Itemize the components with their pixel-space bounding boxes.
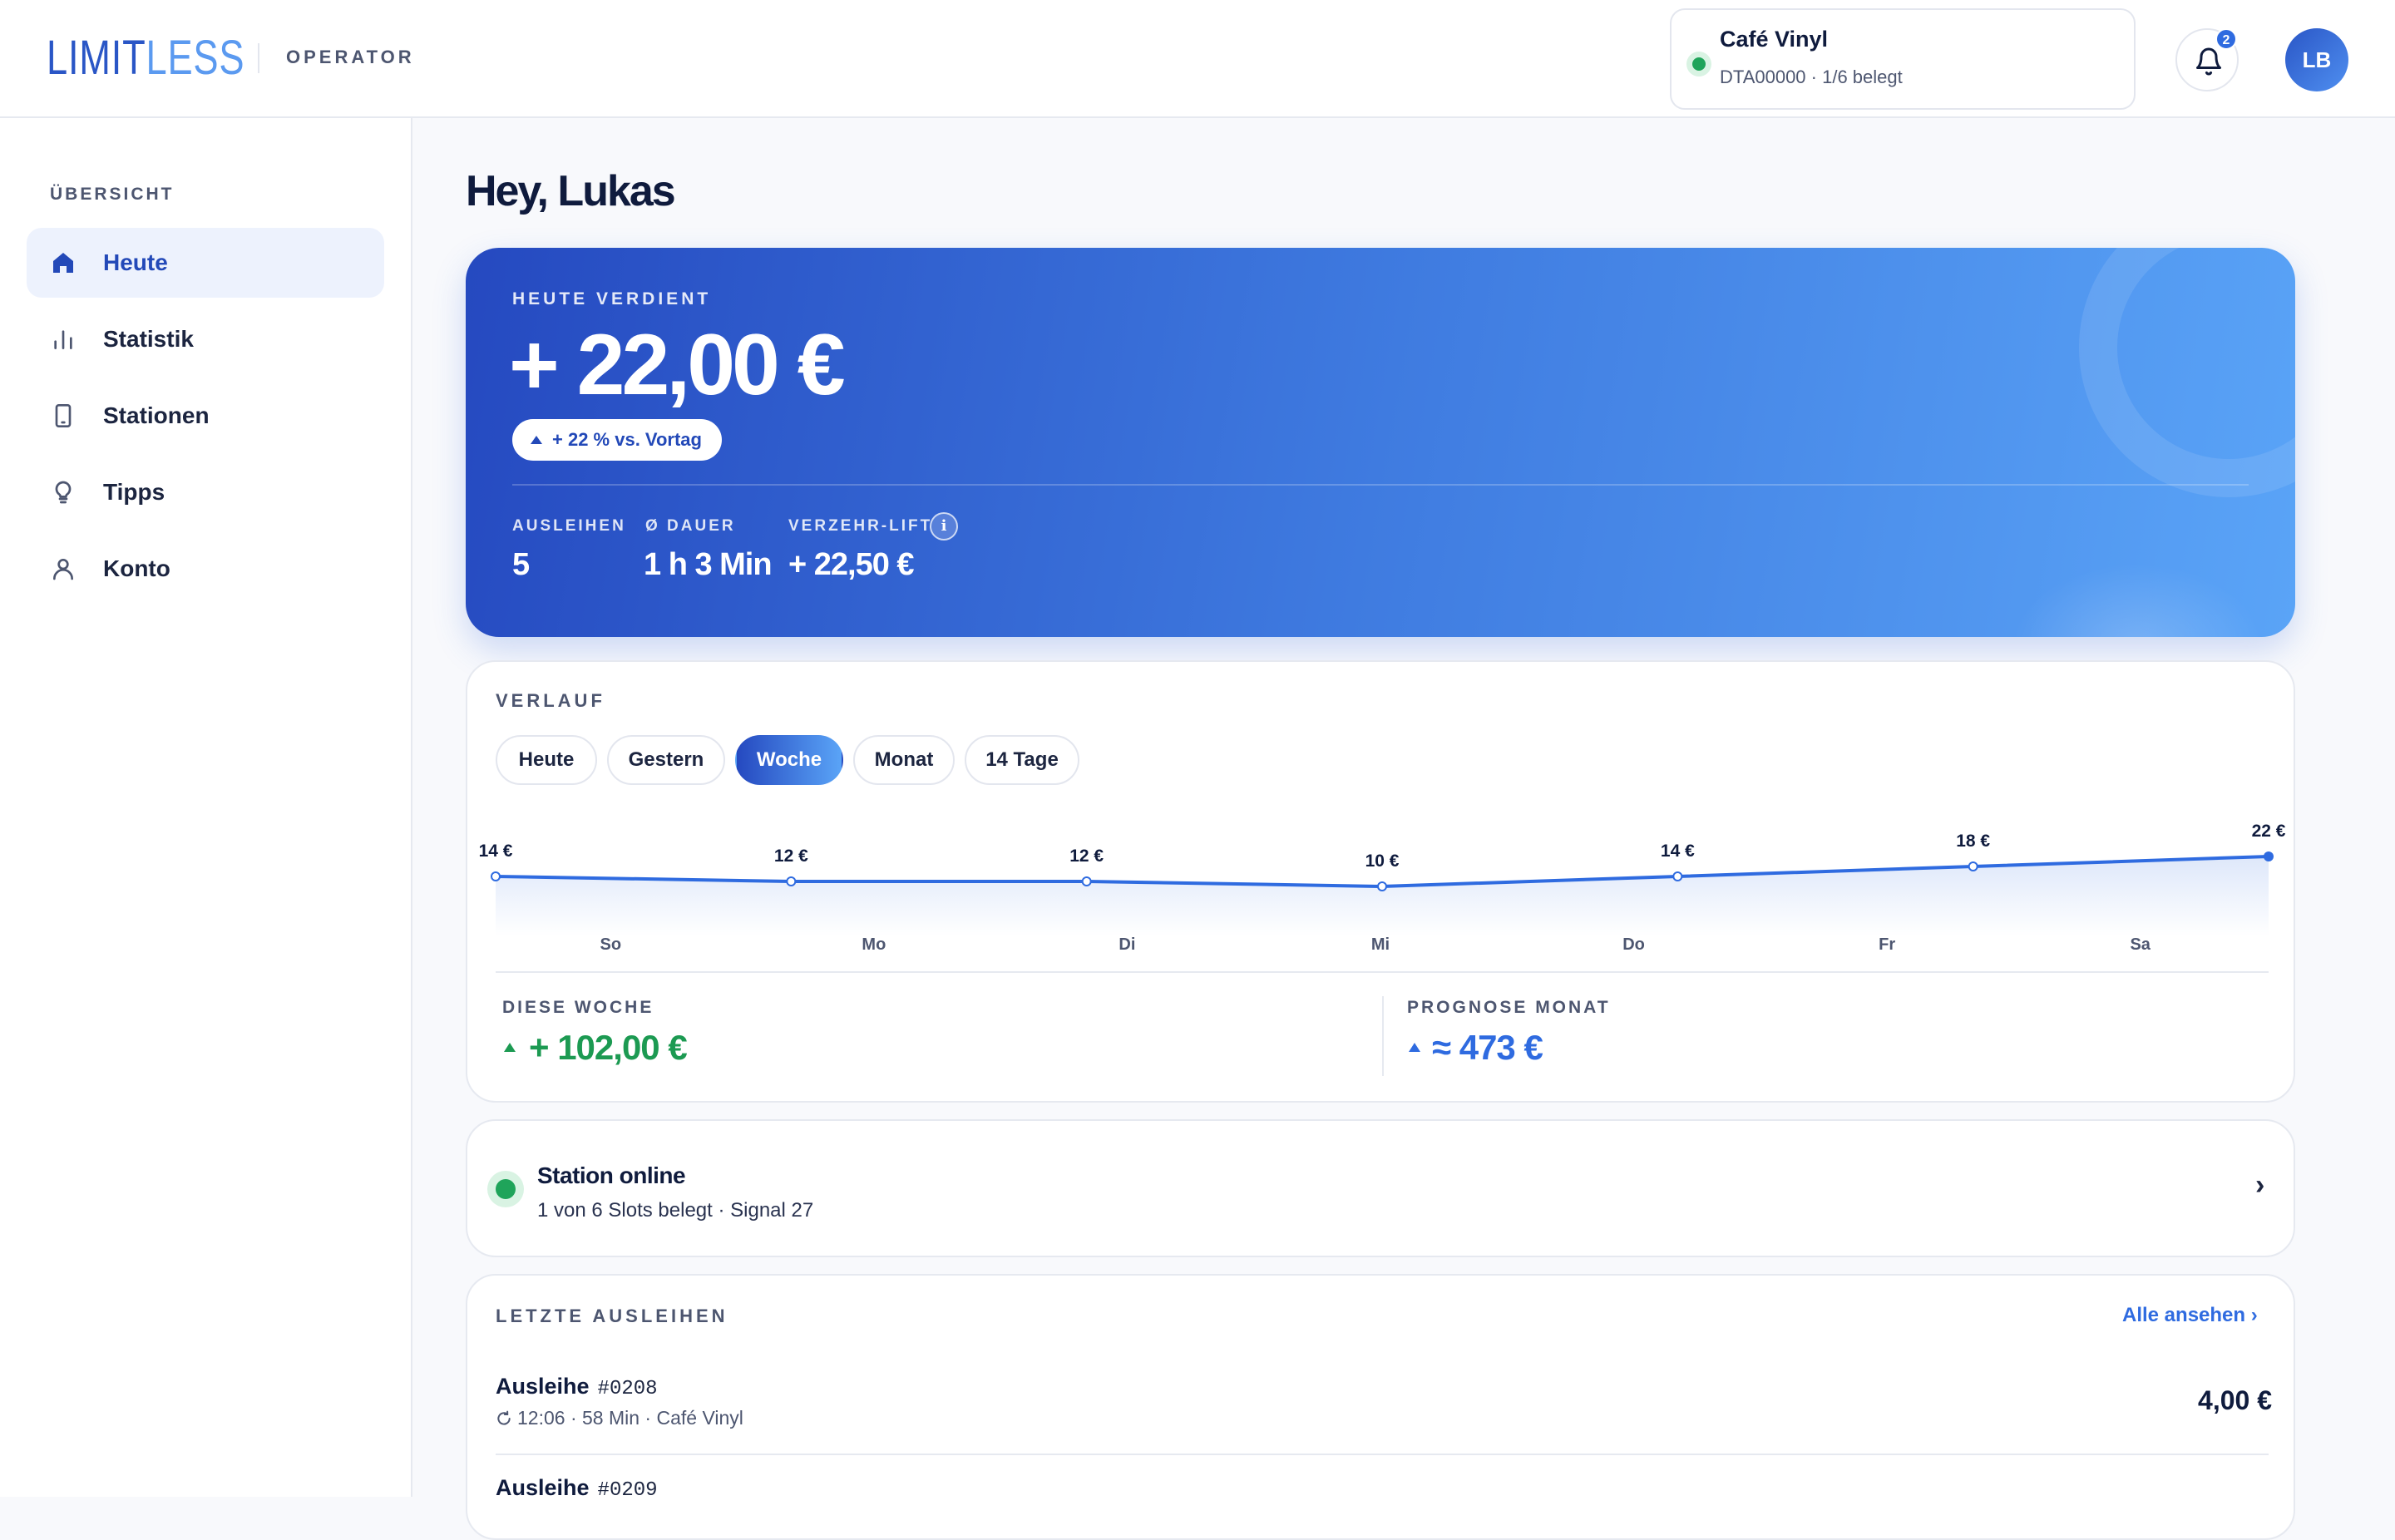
chart-point[interactable] xyxy=(1081,876,1092,886)
chart-data-label: 22 € xyxy=(2252,822,2286,841)
stat-value-consumption-lift: + 22,50 € xyxy=(788,547,915,582)
see-all-link[interactable]: Alle ansehen › xyxy=(2122,1304,2258,1327)
sidebar-item-heute[interactable]: Heute xyxy=(27,228,384,298)
chart-point[interactable] xyxy=(1968,861,1978,871)
tab-14-tage[interactable]: 14 Tage xyxy=(965,735,1079,785)
rentals-heading: LETZTE AUSLEIHEN xyxy=(496,1306,728,1326)
top-bar: LIMITLESS OPERATOR Café Vinyl DTA00000 ·… xyxy=(0,0,2395,118)
user-icon xyxy=(52,559,73,580)
venue-selector[interactable]: Café Vinyl DTA00000 · 1/6 belegt xyxy=(1670,8,2136,110)
tab-gestern[interactable]: Gestern xyxy=(607,735,725,785)
bar-chart-icon xyxy=(54,330,72,349)
station-status-subtitle: 1 von 6 Slots belegt · Signal 27 xyxy=(537,1199,814,1222)
sidebar: ÜBERSICHT Heute Statistik Stationen Tipp… xyxy=(0,118,412,1497)
sidebar-item-tipps[interactable]: Tipps xyxy=(27,457,384,527)
tab-monat[interactable]: Monat xyxy=(853,735,955,785)
chart-data-label: 14 € xyxy=(479,842,513,861)
chart-data-label: 18 € xyxy=(1956,832,1990,851)
chart-data-label: 14 € xyxy=(1661,842,1695,861)
venue-status-dot xyxy=(1686,52,1711,77)
chart-point[interactable] xyxy=(491,871,501,881)
rental-id: #0208 xyxy=(597,1378,658,1400)
home-icon xyxy=(53,253,73,273)
venue-subtitle: DTA00000 · 1/6 belegt xyxy=(1720,67,1903,87)
rental-title[interactable]: Ausleihe #0208 xyxy=(496,1374,658,1400)
sidebar-item-label: Konto xyxy=(103,555,170,581)
chart-tick-label: Fr xyxy=(1879,935,1895,954)
sidebar-heading: ÜBERSICHT xyxy=(50,185,175,204)
stat-label-duration: Ø DAUER xyxy=(645,517,736,535)
bell-icon xyxy=(2196,47,2221,76)
role-label: OPERATOR xyxy=(286,47,415,67)
device-icon xyxy=(55,404,72,427)
earnings-amount: + 22,00 € xyxy=(509,317,846,413)
user-avatar[interactable]: LB xyxy=(2285,28,2348,91)
station-status-card[interactable]: Station online 1 von 6 Slots belegt · Si… xyxy=(466,1119,2295,1257)
rental-divider xyxy=(496,1454,2269,1455)
station-online-dot xyxy=(487,1171,524,1207)
summary-divider-vertical xyxy=(1382,996,1384,1076)
sidebar-item-stationen[interactable]: Stationen xyxy=(27,381,384,451)
chevron-right-icon: › xyxy=(2255,1169,2265,1201)
stat-value-rentals: 5 xyxy=(512,547,530,582)
tab-heute[interactable]: Heute xyxy=(496,735,597,785)
rental-id: #0209 xyxy=(597,1479,658,1502)
logo-divider xyxy=(258,43,259,73)
station-status-title: Station online xyxy=(537,1162,686,1188)
page-title: Hey, Lukas xyxy=(466,167,676,215)
trend-up-icon xyxy=(504,1043,516,1052)
earnings-kicker: HEUTE VERDIENT xyxy=(512,289,712,308)
refresh-icon xyxy=(497,1410,511,1425)
sidebar-item-label: Stationen xyxy=(103,402,210,428)
chart-point[interactable] xyxy=(786,876,797,886)
decorative-ring xyxy=(2079,248,2295,497)
chart-data-label: 10 € xyxy=(1365,851,1400,871)
venue-name: Café Vinyl xyxy=(1720,27,1829,52)
chart-tick-label: So xyxy=(600,935,622,954)
chart-data-label: 12 € xyxy=(774,847,808,866)
limitless-logo[interactable]: LIMITLESS xyxy=(47,33,244,83)
trend-up-icon xyxy=(1409,1043,1420,1052)
week-total-label: DIESE WOCHE xyxy=(502,998,654,1017)
history-card: VERLAUF Heute Gestern Woche Monat 14 Tag… xyxy=(466,660,2295,1103)
rental-amount: 4,00 € xyxy=(2198,1385,2272,1415)
earnings-change-badge: + 22 % vs. Vortag xyxy=(512,419,722,461)
week-total-value: + 102,00 € xyxy=(529,1028,688,1067)
sidebar-item-label: Heute xyxy=(103,249,168,275)
summary-divider xyxy=(496,971,2269,973)
earnings-hero-card: HEUTE VERDIENT + 22,00 € + 22 % vs. Vort… xyxy=(466,248,2295,637)
stat-value-duration: 1 h 3 Min xyxy=(644,547,773,582)
rental-title[interactable]: Ausleihe #0209 xyxy=(496,1475,658,1502)
chart-point[interactable] xyxy=(2264,851,2274,861)
hero-divider xyxy=(512,484,2249,486)
chart-data-label: 12 € xyxy=(1069,847,1104,866)
sidebar-item-statistik[interactable]: Statistik xyxy=(27,304,384,374)
chart-point[interactable] xyxy=(1377,881,1387,891)
stat-label-rentals: AUSLEIHEN xyxy=(512,517,626,535)
chart-tick-label: Di xyxy=(1118,935,1135,954)
chart-tick-label: Sa xyxy=(2130,935,2151,954)
decorative-glow xyxy=(2012,564,2262,637)
forecast-value: ≈ 473 € xyxy=(1432,1028,1543,1067)
history-heading: VERLAUF xyxy=(496,690,605,711)
lightbulb-icon xyxy=(55,481,72,504)
chart-tick-label: Do xyxy=(1622,935,1645,954)
sidebar-item-konto[interactable]: Konto xyxy=(27,534,384,604)
tab-woche[interactable]: Woche xyxy=(735,735,843,785)
chart-tick-label: Mo xyxy=(862,935,886,954)
chart-point[interactable] xyxy=(1672,871,1683,881)
weekly-earnings-chart: 14 € 12 € 12 € 10 € 14 € 18 € 22 € So Mo Di Mi Do Fr… xyxy=(479,822,2286,954)
notifications-button[interactable]: 2 xyxy=(2175,28,2239,91)
notifications-badge: 2 xyxy=(2215,28,2237,50)
stat-label-consumption-lift: VERZEHR-LIFT xyxy=(788,517,933,535)
sidebar-item-label: Tipps xyxy=(103,479,165,505)
sidebar-item-label: Statistik xyxy=(103,326,194,352)
chart-tick-label: Mi xyxy=(1371,935,1390,954)
rental-meta: 12:06 · 58 Min · Café Vinyl xyxy=(496,1407,743,1429)
recent-rentals-card: LETZTE AUSLEIHEN Alle ansehen › Ausleihe… xyxy=(466,1274,2295,1540)
info-icon[interactable]: i xyxy=(930,512,958,540)
forecast-label: PROGNOSE MONAT xyxy=(1407,998,1611,1017)
